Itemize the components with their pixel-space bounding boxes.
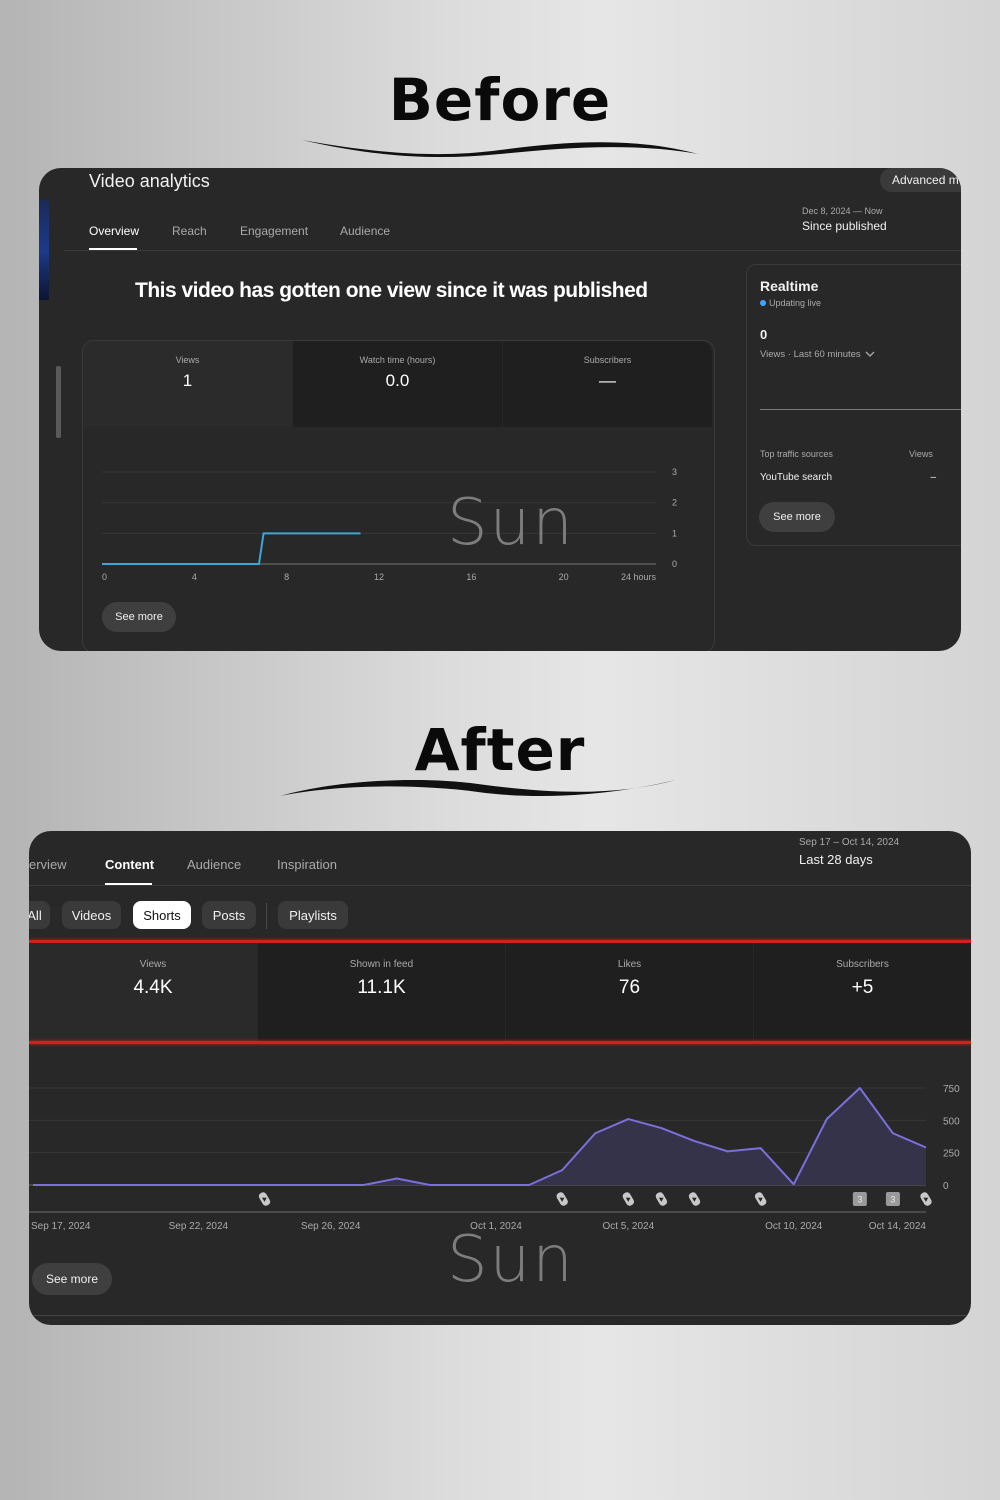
views-area bbox=[33, 1088, 926, 1185]
after-swoosh-decoration bbox=[280, 780, 676, 796]
realtime-status: Updating live bbox=[760, 298, 821, 308]
shorts-upload-icon[interactable] bbox=[919, 1191, 933, 1207]
y-tick-label: 0 bbox=[672, 559, 677, 569]
shorts-upload-icon[interactable] bbox=[754, 1191, 768, 1207]
realtime-period-dropdown[interactable]: Views · Last 60 minutes bbox=[760, 349, 875, 360]
see-more-button[interactable]: See more bbox=[102, 602, 176, 632]
realtime-see-more-button[interactable]: See more bbox=[759, 502, 835, 532]
x-tick-label: 8 bbox=[284, 572, 289, 582]
x-tick-label: 0 bbox=[102, 572, 107, 582]
shorts-upload-icon[interactable] bbox=[555, 1191, 569, 1207]
before-heading: Before bbox=[388, 66, 612, 134]
x-tick-label: 4 bbox=[192, 572, 197, 582]
views-line bbox=[102, 532, 361, 565]
upload-count-label: 3 bbox=[890, 1195, 895, 1205]
x-tick-label: 24 hours bbox=[621, 572, 657, 582]
x-tick-label: Sep 17, 2024 bbox=[31, 1221, 91, 1232]
realtime-card: Realtime Updating live 0 Views · Last 60… bbox=[746, 264, 961, 546]
y-tick-label: 3 bbox=[672, 467, 677, 477]
views-line bbox=[33, 1087, 927, 1186]
live-dot-icon bbox=[760, 300, 766, 306]
x-tick-label: 12 bbox=[374, 572, 384, 582]
before-swoosh-decoration bbox=[302, 140, 698, 158]
traffic-source-row: YouTube search – bbox=[760, 472, 936, 483]
before-video-analytics-panel: Video analytics Advanced mo Overview Rea… bbox=[39, 168, 961, 651]
traffic-views-header: Views bbox=[909, 449, 933, 459]
traffic-sources-header: Top traffic sources bbox=[760, 449, 833, 459]
y-tick-label: 0 bbox=[943, 1181, 949, 1192]
see-more-button[interactable]: See more bbox=[32, 1263, 112, 1295]
panel-bottom-divider bbox=[29, 1315, 971, 1316]
upload-count-label: 3 bbox=[857, 1195, 862, 1205]
realtime-chart-baseline bbox=[760, 409, 961, 410]
x-tick-label: Oct 10, 2024 bbox=[765, 1221, 823, 1232]
x-tick-label: Oct 5, 2024 bbox=[602, 1221, 654, 1232]
shorts-upload-icon[interactable] bbox=[688, 1191, 702, 1207]
traffic-source-views: – bbox=[930, 472, 936, 483]
x-tick-label: 20 bbox=[559, 572, 569, 582]
after-channel-analytics-panel: erview Content Audience Inspiration Sep … bbox=[29, 831, 971, 1325]
watermark-text: Sun bbox=[447, 486, 575, 560]
realtime-title: Realtime bbox=[760, 278, 819, 294]
x-tick-label: 16 bbox=[466, 572, 476, 582]
x-tick-label: Sep 22, 2024 bbox=[169, 1221, 229, 1232]
y-tick-label: 250 bbox=[943, 1149, 960, 1160]
y-tick-label: 750 bbox=[943, 1084, 960, 1095]
y-tick-label: 2 bbox=[672, 498, 677, 508]
chevron-down-icon bbox=[865, 351, 875, 357]
realtime-count: 0 bbox=[760, 327, 768, 342]
realtime-status-label: Updating live bbox=[769, 298, 822, 308]
y-tick-label: 500 bbox=[943, 1116, 960, 1127]
x-tick-label: Sep 26, 2024 bbox=[301, 1221, 361, 1232]
traffic-source-name: YouTube search bbox=[760, 472, 833, 483]
shorts-upload-icon[interactable] bbox=[654, 1191, 668, 1207]
shorts-upload-icon[interactable] bbox=[258, 1191, 272, 1207]
watermark-text: Sun bbox=[447, 1223, 575, 1297]
x-tick-label: Oct 14, 2024 bbox=[869, 1221, 927, 1232]
shorts-upload-icon[interactable] bbox=[621, 1191, 635, 1207]
y-tick-label: 1 bbox=[672, 528, 677, 538]
realtime-caption: Views · Last 60 minutes bbox=[760, 349, 861, 360]
